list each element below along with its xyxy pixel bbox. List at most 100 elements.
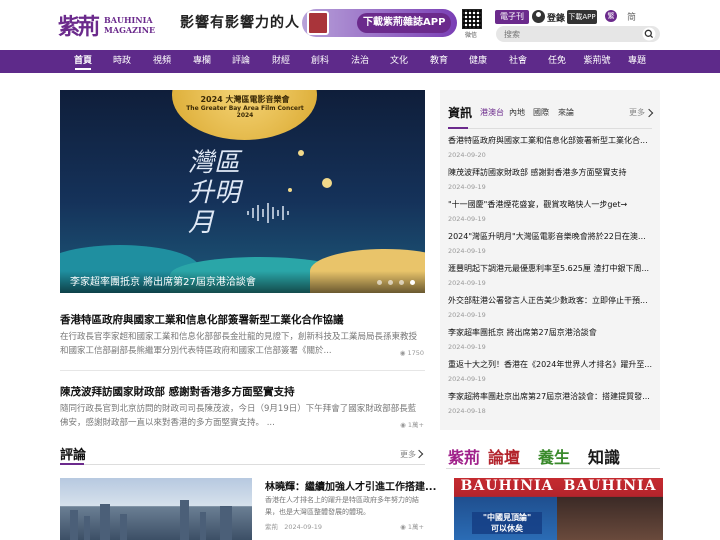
news-item[interactable]: 李家超將率團赴京出席第27屆京港洽談會：搭建提質發... bbox=[448, 391, 652, 402]
star-dot bbox=[298, 150, 304, 156]
nav-item-innovation[interactable]: 創科 bbox=[305, 50, 335, 73]
building-shape bbox=[180, 500, 189, 540]
hero-caption[interactable]: 李家超率團抵京 將出席第27屆京港洽談會 bbox=[70, 273, 256, 288]
view-count-value: 1750 bbox=[407, 349, 424, 357]
site-slogan: 影響有影響力的人 bbox=[180, 15, 300, 31]
news-item[interactable]: 重返十大之列！香港在《2024年世界人才排名》躍升至... bbox=[448, 359, 652, 370]
opinion-title[interactable]: 林曉輝：繼續加強人才引進工作搭建... bbox=[265, 478, 436, 493]
carousel-dot-active[interactable] bbox=[410, 280, 415, 285]
section-underline bbox=[60, 463, 425, 465]
opinion-date: 2024-09-19 bbox=[284, 523, 322, 531]
nav-item-bauhinia-account[interactable]: 紫荊號 bbox=[579, 50, 615, 73]
news-date: 2024-09-19 bbox=[448, 183, 486, 191]
lang-simplified-button[interactable]: 简 bbox=[627, 10, 636, 23]
hero-event-title-en: The Greater Bay Area Film Concert 2024 bbox=[186, 105, 304, 119]
user-icon[interactable] bbox=[532, 10, 545, 23]
e-journal-button[interactable]: 電子刊 (E) bbox=[495, 10, 529, 35]
news-date: 2024-09-18 bbox=[448, 407, 486, 415]
hero-event-title-cn: 2024 大灣區電影音樂會 bbox=[200, 95, 290, 104]
nav-item-education[interactable]: 教育 bbox=[424, 50, 454, 73]
hero-carousel[interactable]: 2024 大灣區電影音樂會 The Greater Bay Area Film … bbox=[60, 90, 425, 293]
qr-label: 微信 bbox=[465, 32, 478, 39]
carousel-dot[interactable] bbox=[388, 280, 393, 285]
site-header: 紫荊 BAUHINIA MAGAZINE 影響有影響力的人 下載紫荊雜誌APP … bbox=[0, 0, 720, 50]
moon-dot bbox=[322, 178, 332, 188]
opinion-more-link[interactable]: 更多 bbox=[400, 449, 416, 460]
logo-en-line-1: BAUHINIA bbox=[104, 15, 153, 25]
main-nav: 首頁 時政 視頻 專欄 評論 財經 創科 法治 文化 教育 健康 社會 任免 紫… bbox=[0, 50, 720, 73]
nav-item-society[interactable]: 社會 bbox=[503, 50, 533, 73]
building-shape bbox=[220, 506, 232, 540]
tab-international[interactable]: 國際 bbox=[533, 107, 549, 118]
article-summary: 隨同行政長官到北京訪問的財政司司長陳茂波，今日（9月19日）下午拜會了國家財政部… bbox=[60, 404, 417, 428]
nav-item-law[interactable]: 法治 bbox=[345, 50, 375, 73]
nav-item-column[interactable]: 專欄 bbox=[187, 50, 217, 73]
news-item[interactable]: 2024"灣區升明月"大灣區電影音樂晚會將於22日在澳門... bbox=[448, 231, 652, 242]
nav-item-opinion[interactable]: 評論 bbox=[226, 50, 256, 73]
sound-wave-graphic bbox=[247, 203, 289, 223]
divider bbox=[446, 468, 660, 469]
divider bbox=[60, 370, 425, 371]
brand-health[interactable]: 養生 bbox=[538, 444, 570, 468]
brand-bauhinia[interactable]: 紫荊 bbox=[448, 444, 480, 468]
lang-traditional-button[interactable]: 繁 bbox=[605, 10, 617, 22]
search-input[interactable] bbox=[504, 28, 634, 40]
news-date: 2024-09-19 bbox=[448, 311, 486, 319]
carousel-dot[interactable] bbox=[377, 280, 382, 285]
opinion-section-title[interactable]: 評論 bbox=[60, 444, 86, 463]
article-summary: 在行政長官李家超和國家工業和信息化部部長金壯龍的見證下，創新科技及工業局局長孫東… bbox=[60, 332, 418, 356]
nav-item-politics[interactable]: 時政 bbox=[107, 50, 137, 73]
tab-hk-macau-taiwan[interactable]: 港澳台 bbox=[480, 107, 504, 118]
view-count: ◉ 1萬+ bbox=[400, 523, 424, 531]
qr-code-icon[interactable] bbox=[462, 9, 482, 29]
brand-forum[interactable]: 論壇 bbox=[488, 444, 524, 468]
brand-knowledge[interactable]: 知識 bbox=[588, 444, 620, 468]
view-count: ◉ 1萬+ bbox=[400, 421, 424, 429]
nav-item-video[interactable]: 視頻 bbox=[147, 50, 177, 73]
opinion-meta: 紫荊 2024-09-19 bbox=[265, 521, 322, 531]
nav-item-health[interactable]: 健康 bbox=[463, 50, 493, 73]
carousel-dot[interactable] bbox=[399, 280, 404, 285]
carousel-dots bbox=[377, 280, 415, 285]
magazine-headline-line-2: 可以休矣 bbox=[491, 524, 523, 533]
logo-english: BAUHINIA MAGAZINE bbox=[104, 15, 155, 35]
nav-item-special-topics[interactable]: 專題 bbox=[622, 50, 652, 73]
news-item[interactable]: 李家超率團抵京 將出席第27屆京港洽談會 bbox=[448, 327, 652, 338]
article-title[interactable]: 陳茂波拜訪國家財政部 感謝對香港多方面堅實支持 bbox=[60, 384, 295, 399]
chevron-right-icon[interactable] bbox=[414, 449, 424, 459]
nav-item-culture[interactable]: 文化 bbox=[384, 50, 414, 73]
magazine-cover[interactable]: BAUHINIA "中國見頂論" 可以休矣 bbox=[454, 478, 560, 540]
nav-item-home[interactable]: 首頁 bbox=[68, 50, 98, 73]
news-more-link[interactable]: 更多 bbox=[629, 107, 645, 118]
app-download-banner[interactable]: 下載紫荊雜誌APP bbox=[302, 9, 457, 37]
login-link[interactable]: 登錄 bbox=[547, 11, 565, 24]
phone-icon bbox=[307, 11, 329, 35]
building-shape bbox=[120, 514, 127, 540]
chevron-right-icon[interactable] bbox=[644, 108, 654, 118]
news-panel-underline bbox=[448, 127, 652, 129]
magazine-cover[interactable]: BAUHINIA bbox=[557, 478, 663, 540]
view-count-value: 1萬+ bbox=[407, 421, 424, 429]
star-dot bbox=[288, 188, 292, 192]
news-item[interactable]: 陳茂波拜訪國家財政部 感謝對香港多方面堅實支持 bbox=[448, 167, 652, 178]
building-shape bbox=[70, 510, 78, 540]
opinion-summary: 香港在人才排名上的躍升是特區政府多年努力的結果，也是大灣區整體發展的體現。 bbox=[265, 496, 419, 516]
news-date: 2024-09-19 bbox=[448, 343, 486, 351]
building-shape bbox=[200, 512, 206, 540]
download-app-button[interactable]: 下載APP bbox=[567, 10, 597, 24]
opinion-thumbnail[interactable] bbox=[60, 478, 252, 540]
news-panel: 資訊 港澳台 內地 國際 來論 更多 香港特區政府與國家工業和信息化部簽署新型工… bbox=[440, 90, 660, 430]
search-icon[interactable] bbox=[642, 27, 656, 41]
news-item[interactable]: "十一國慶"香港煙花盛宴，觀賞攻略快人一步get→ bbox=[448, 199, 652, 210]
site-logo[interactable]: 紫荊 BAUHINIA MAGAZINE bbox=[58, 10, 170, 40]
magazine-headline-line-1: "中國見頂論" bbox=[482, 513, 532, 522]
news-item[interactable]: 香港特區政府與國家工業和信息化部簽署新型工業化合... bbox=[448, 135, 652, 146]
news-item[interactable]: 滙豐明起下調港元最優惠利率至5.625厘 渣打中銀下周... bbox=[448, 263, 652, 274]
tab-contributions[interactable]: 來論 bbox=[558, 107, 574, 118]
nav-item-appointments[interactable]: 任免 bbox=[542, 50, 572, 73]
magazine-masthead: BAUHINIA bbox=[563, 478, 657, 494]
tab-mainland[interactable]: 內地 bbox=[509, 107, 525, 118]
news-item[interactable]: 外交部駐港公署發言人正告美少數政客：立即停止干預... bbox=[448, 295, 652, 306]
article-title[interactable]: 香港特區政府與國家工業和信息化部簽署新型工業化合作協議 bbox=[60, 312, 344, 327]
nav-item-finance[interactable]: 財經 bbox=[266, 50, 296, 73]
